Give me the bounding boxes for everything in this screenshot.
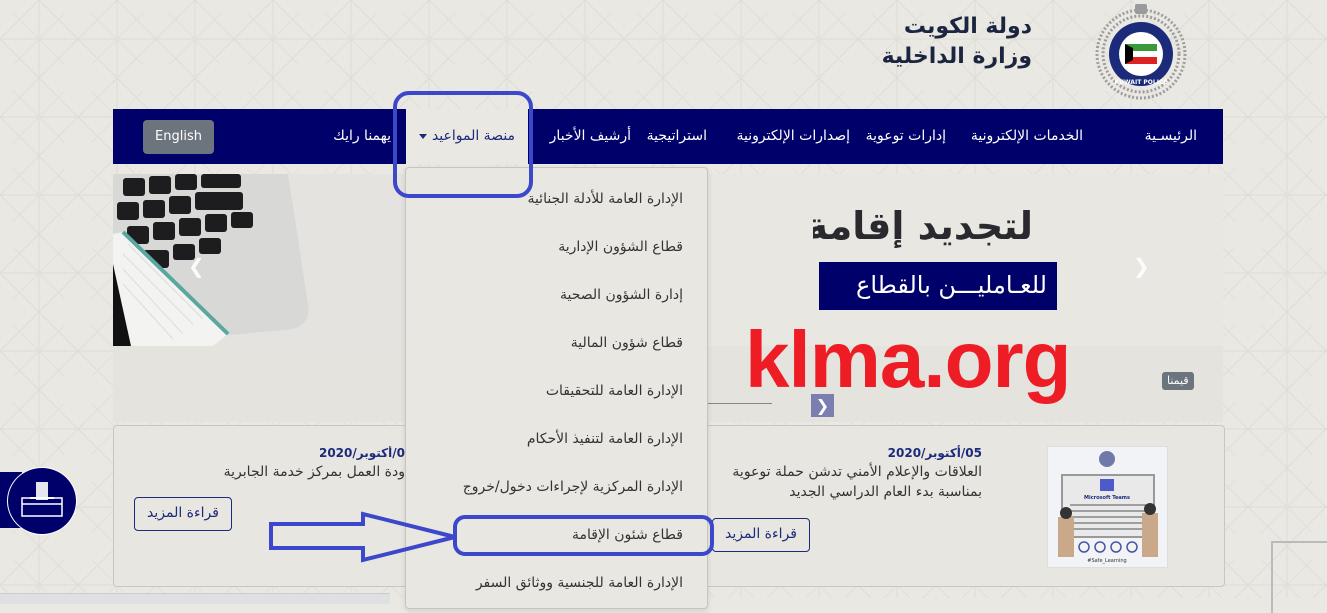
values-badge: قيمنا — [1162, 372, 1194, 390]
dropdown-item-administrative-affairs[interactable]: قطاع الشؤون الإدارية — [558, 239, 683, 255]
ministry-title: دولة الكويت وزارة الداخلية — [882, 12, 1032, 72]
nav-item-appointments-label: منصة المواعيد — [431, 128, 516, 144]
dropdown-item-judgments-enforcement[interactable]: الإدارة العامة لتنفيذ الأحكام — [527, 431, 683, 447]
slider-next-button[interactable]: ❯ — [1133, 254, 1150, 278]
svg-text:#Safe_Learning: #Safe_Learning — [1087, 558, 1126, 564]
news-date: 0/أكتوبر/2020 — [318, 446, 405, 460]
dropdown-item-investigations[interactable]: الإدارة العامة للتحقيقات — [546, 383, 683, 399]
appointments-dropdown-menu: الإدارة العامة للأدلة الجنائية قطاع الشؤ… — [405, 167, 708, 609]
nav-item-e-services[interactable]: الخدمات الإلكترونية — [971, 109, 1083, 164]
hero-title: لتجديد إقامة — [813, 204, 1033, 248]
ministry-title-line2: وزارة الداخلية — [881, 44, 1032, 69]
nav-item-appointments[interactable]: منصة المواعيد — [406, 109, 528, 164]
news-card-2: 0/أكتوبر/2020 ودة العمل بمركز خدمة الجاب… — [160, 446, 405, 482]
news-title-line2[interactable]: بمناسبة بدء العام الدراسي الجديد — [682, 482, 982, 502]
caret-down-icon — [418, 133, 427, 139]
ballot-box-icon — [21, 482, 63, 517]
news-thumbnail[interactable]: Microsoft Teams #Safe_Learning — [1047, 446, 1168, 568]
nav-item-news-archive[interactable]: أرشيف الأخبار — [550, 109, 631, 164]
dropdown-item-residency-affairs[interactable]: قطاع شئون الإقامة — [572, 527, 683, 543]
news-card-1: 05/أكتوبر/2020 العلاقات والإعلام الأمني … — [682, 446, 982, 502]
news-title-line1[interactable]: ودة العمل بمركز خدمة الجابرية — [160, 462, 405, 482]
dropdown-item-financial-affairs[interactable]: قطاع شؤون المالية — [571, 335, 683, 351]
nav-item-feedback[interactable]: يهمنا رايك — [333, 109, 391, 164]
bottom-strip — [0, 593, 390, 604]
nav-item-e-publications[interactable]: إصدارات الإلكترونية — [736, 109, 850, 164]
dropdown-item-criminal-evidence[interactable]: الإدارة العامة للأدلة الجنائية — [527, 191, 683, 207]
ballot-box-widget[interactable] — [7, 467, 77, 535]
read-more-button-2[interactable]: قراءة المزيد — [134, 497, 232, 531]
nav-item-home[interactable]: الرئيسـية — [1145, 109, 1197, 164]
read-more-button-1[interactable]: قراءة المزيد — [712, 518, 810, 552]
news-date: 05/أكتوبر/2020 — [887, 446, 982, 460]
slider-prev-button[interactable]: ❮ — [188, 254, 205, 278]
watermark-text: klma.org — [745, 315, 1071, 404]
dropdown-item-nationality-passports[interactable]: الإدارة العامة للجنسية ووثائق السفر — [476, 575, 683, 591]
laptop-image — [113, 174, 413, 346]
dropdown-item-health-affairs[interactable]: إدارة الشؤون الصحية — [560, 287, 683, 303]
corner-frame — [1271, 541, 1327, 613]
svg-text:Microsoft Teams: Microsoft Teams — [1084, 495, 1130, 501]
hero-subtitle: للعـامليـــن بالقطاع — [819, 262, 1057, 310]
news-title-line1[interactable]: العلاقات والإعلام الأمني تدشن حملة توعوي… — [682, 462, 982, 482]
dropdown-item-entry-exit-procedures[interactable]: الإدارة المركزية لإجراءات دخول/خروج — [463, 479, 683, 495]
kuwait-police-logo[interactable]: KUWAIT POLICE — [1085, 4, 1197, 104]
nav-item-strategy[interactable]: استراتيجية — [647, 109, 707, 164]
main-navbar: الرئيسـية الخدمات الإلكترونية إدارات توع… — [113, 109, 1223, 164]
svg-text:KUWAIT POLICE: KUWAIT POLICE — [1115, 79, 1168, 86]
ministry-title-line1: دولة الكويت — [903, 14, 1032, 39]
english-language-button[interactable]: English — [143, 120, 214, 154]
nav-item-awareness[interactable]: إدارات توعوية — [866, 109, 946, 164]
teams-campaign-image: Microsoft Teams #Safe_Learning — [1048, 447, 1167, 567]
